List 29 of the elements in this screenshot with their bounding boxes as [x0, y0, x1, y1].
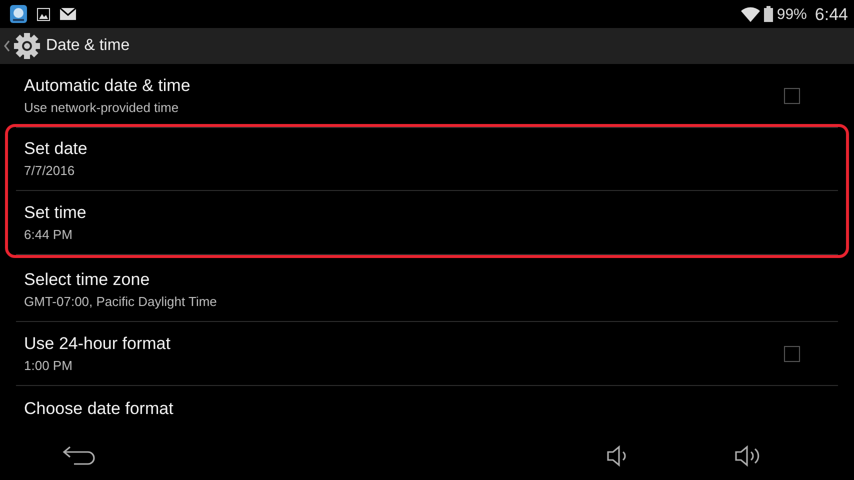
battery-icon [764, 6, 773, 22]
setting-summary: GMT-07:00, Pacific Daylight Time [24, 294, 218, 309]
setting-title: Set date [24, 139, 88, 159]
setting-row[interactable]: Use 24-hour format 1:00 PM [16, 322, 838, 386]
back-button[interactable] [4, 32, 41, 60]
setting-summary: 6:44 PM [24, 227, 74, 242]
checkbox[interactable] [784, 346, 800, 362]
setting-title: Set time [24, 203, 88, 223]
chevron-icon [4, 40, 10, 52]
clock: 6:44 [814, 6, 848, 22]
wifi-icon [740, 6, 760, 22]
setting-row[interactable]: Automatic date & time Use network-provided time [16, 64, 838, 128]
setting-row[interactable]: Choose date format [16, 386, 838, 430]
app-icon [10, 5, 27, 23]
setting-summary: 1:00 PM [24, 358, 74, 373]
image-icon [37, 8, 50, 20]
mail-icon [60, 8, 76, 20]
setting-title: Automatic date & time [24, 76, 192, 96]
setting-title: Use 24-hour format [24, 334, 172, 354]
setting-summary: 7/7/2016 [24, 163, 76, 178]
back-button[interactable] [62, 445, 96, 465]
setting-row[interactable]: Select time zone GMT-07:00, Pacific Daylight Time [16, 258, 838, 322]
setting-summary: Use network-provided time [24, 100, 180, 115]
checkbox[interactable] [784, 88, 800, 104]
screen-title: Date & time [46, 37, 130, 55]
setting-title: Choose date format [24, 399, 174, 419]
setting-title: Select time zone [24, 270, 151, 290]
gear-icon [13, 32, 41, 60]
battery-level: 99% [776, 6, 807, 22]
